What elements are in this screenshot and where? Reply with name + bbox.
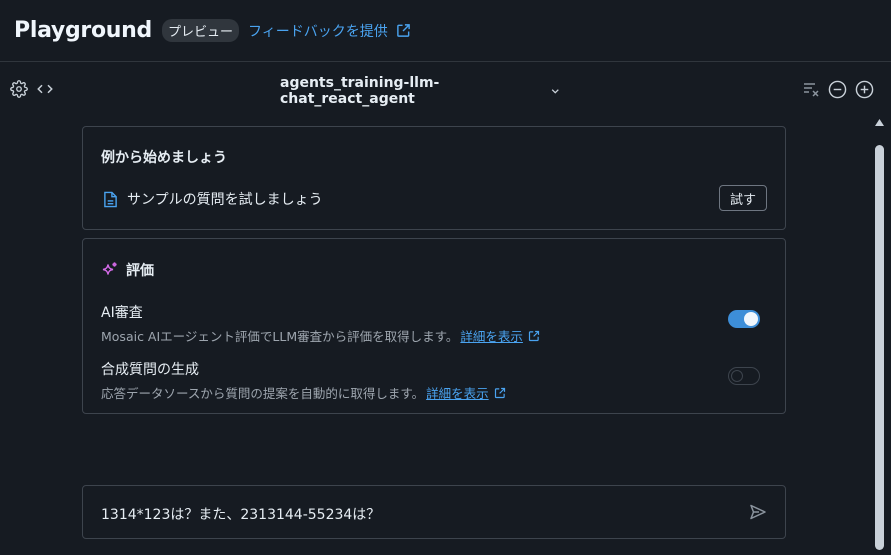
agent-selector[interactable]: agents_training-llm-chat_react_agent	[280, 75, 560, 107]
examples-card: 例から始めましょう サンプルの質問を試しましょう 試す	[82, 126, 786, 230]
document-icon	[104, 191, 117, 207]
scroll-up-arrow-icon[interactable]	[875, 119, 884, 126]
gear-icon	[10, 80, 28, 98]
external-link-icon	[494, 387, 505, 398]
clear-filter-icon	[804, 83, 819, 97]
code-view-button[interactable]	[36, 80, 54, 98]
send-icon	[750, 504, 766, 520]
page-title: Playground	[14, 18, 152, 43]
evaluation-header: 評価	[101, 260, 154, 280]
ai-judge-description: Mosaic AIエージェント評価でLLM審査から評価を取得します。 詳細を表示	[101, 326, 540, 345]
chevron-down-icon	[551, 89, 559, 94]
scrollbar[interactable]	[872, 115, 886, 555]
clear-chat-button[interactable]	[802, 80, 820, 98]
examples-title: 例から始めましょう	[101, 150, 227, 166]
send-button[interactable]	[749, 503, 767, 525]
synthetic-questions-desc-text: 応答データソースから質問の提案を自動的に取得します。	[101, 386, 425, 401]
add-button[interactable]	[855, 80, 874, 99]
code-icon	[37, 84, 53, 94]
chat-input-text[interactable]: 1314*123は？また、2313144-55234は？	[101, 504, 380, 524]
synthetic-questions-title: 合成質問の生成	[101, 362, 199, 378]
feedback-link[interactable]: フィードバックを提供	[248, 21, 411, 41]
toolbar: agents_training-llm-chat_react_agent	[0, 63, 891, 115]
ai-judge-title: AI審査	[101, 305, 143, 321]
toggle-knob	[744, 312, 758, 326]
ai-judge-desc-text: Mosaic AIエージェント評価でLLM審査から評価を取得します。	[101, 329, 459, 344]
external-link-icon	[528, 330, 540, 341]
evaluation-title: 評価	[126, 263, 154, 279]
remove-button[interactable]	[828, 80, 847, 99]
sample-question-label: サンプルの質問を試しましょう	[127, 192, 323, 208]
sparkle-icon	[102, 262, 117, 275]
synthetic-questions-description: 応答データソースから質問の提案を自動的に取得します。 詳細を表示	[101, 383, 506, 402]
ai-judge-details-link[interactable]: 詳細を表示	[460, 326, 523, 345]
sample-question-row: サンプルの質問を試しましょう	[103, 189, 323, 209]
minus-circle-icon	[828, 80, 847, 99]
chat-input-box[interactable]: 1314*123は？また、2313144-55234は？	[82, 485, 786, 539]
scrollbar-thumb[interactable]	[875, 145, 884, 550]
plus-circle-icon	[855, 80, 874, 99]
ai-judge-toggle[interactable]	[728, 310, 760, 328]
synthetic-questions-toggle[interactable]	[728, 367, 760, 385]
ai-judge-option: AI審査 Mosaic AIエージェント評価でLLM審査から評価を取得します。 …	[101, 302, 540, 345]
settings-button[interactable]	[10, 80, 28, 98]
page-header: Playground プレビュー フィードバックを提供	[0, 0, 891, 62]
preview-badge: プレビュー	[161, 19, 239, 42]
feedback-link-label: フィードバックを提供	[247, 23, 388, 40]
toggle-knob	[731, 370, 743, 382]
agent-name: agents_training-llm-chat_react_agent	[280, 75, 440, 107]
try-button[interactable]: 試す	[719, 185, 767, 211]
synthetic-questions-option: 合成質問の生成 応答データソースから質問の提案を自動的に取得します。 詳細を表示	[101, 359, 506, 402]
synthetic-questions-details-link[interactable]: 詳細を表示	[426, 383, 489, 402]
evaluation-card: 評価 AI審査 Mosaic AIエージェント評価でLLM審査から評価を取得しま…	[82, 238, 786, 414]
external-link-icon	[396, 24, 410, 37]
